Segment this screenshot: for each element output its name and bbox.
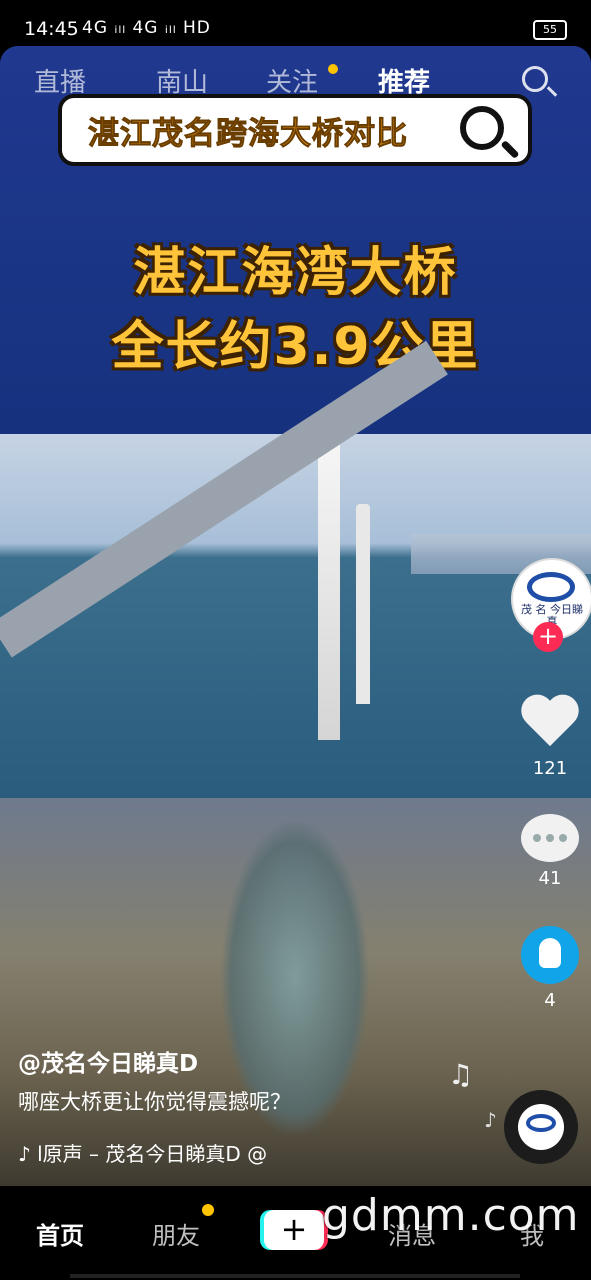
status-time: 14:45: [24, 18, 79, 40]
qq-share-icon[interactable]: [521, 926, 579, 984]
music-note-icon-small: ♪: [484, 1108, 497, 1132]
home-indicator: [70, 1274, 520, 1278]
bridge-tower-2: [356, 504, 370, 704]
like-count: 121: [532, 758, 568, 779]
comment-count: 41: [538, 868, 562, 889]
comment-icon[interactable]: [521, 814, 579, 862]
video-headline-2: 全长约3.9公里: [111, 317, 480, 377]
disc-logo-icon: [518, 1104, 564, 1150]
tab-recommend[interactable]: 推荐: [378, 62, 430, 99]
magnifier-icon: [460, 106, 504, 150]
battery-icon: 55: [533, 20, 567, 40]
author-name[interactable]: @茂名今日睇真D: [18, 1044, 198, 1078]
bridge-image: [0, 340, 591, 798]
video-description: 哪座大桥更让你觉得震撼呢？: [18, 1090, 291, 1114]
share-count: 4: [544, 990, 556, 1011]
follow-plus-button[interactable]: +: [533, 622, 563, 652]
banner-text: 湛江茂名跨海大桥对比: [88, 116, 408, 153]
music-info[interactable]: ♪ l原声 – 茂名今日睇真D @: [18, 1138, 267, 1167]
music-note-icon: ♫: [448, 1058, 474, 1091]
network-indicator: 4G ᵢₗₗ 4G ᵢₗₗ HD: [82, 18, 211, 38]
top-tabs: 直播 南山 关注 推荐: [0, 62, 591, 104]
video-headline-1: 湛江海湾大桥: [133, 243, 458, 303]
nav-home[interactable]: 首页: [36, 1216, 84, 1251]
comment-button[interactable]: 41: [519, 814, 581, 889]
tab-follow[interactable]: 关注: [266, 62, 318, 99]
like-button[interactable]: 121: [519, 696, 581, 779]
friends-notification-dot: [202, 1204, 214, 1216]
search-icon[interactable]: [522, 66, 548, 92]
blurred-background-image: [0, 798, 591, 1186]
share-button[interactable]: 4: [519, 926, 581, 1011]
follow-notification-dot: [328, 64, 338, 74]
video-player[interactable]: 湛江茂名跨海大桥对比 湛江海湾大桥 全长约3.9公里: [0, 46, 591, 1186]
watermark: gdmm.com: [322, 1190, 580, 1241]
brand-logo-icon: [527, 572, 575, 602]
video-title-area: 湛江茂名跨海大桥对比 湛江海湾大桥 全长约3.9公里: [0, 46, 591, 436]
status-bar: 14:45 4G ᵢₗₗ 4G ᵢₗₗ HD 55: [0, 0, 591, 46]
author-avatar-area[interactable]: 茂 名 今日睇真 +: [511, 558, 591, 654]
video-search-banner: 湛江茂名跨海大桥对比: [58, 94, 532, 166]
tab-local[interactable]: 南山: [156, 62, 208, 99]
music-disc[interactable]: [504, 1090, 578, 1164]
bridge-tower: [318, 440, 340, 740]
create-button[interactable]: +: [264, 1210, 324, 1250]
tab-live[interactable]: 直播: [34, 62, 86, 99]
heart-icon[interactable]: [520, 696, 580, 752]
nav-friends[interactable]: 朋友: [152, 1216, 200, 1251]
